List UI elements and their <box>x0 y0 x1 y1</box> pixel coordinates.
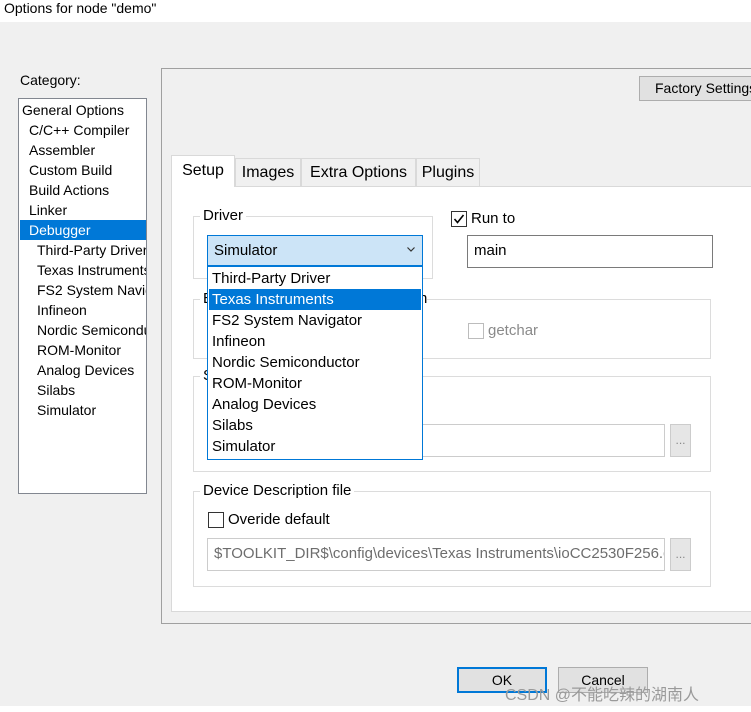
tab-setup[interactable]: Setup <box>171 155 235 187</box>
category-list[interactable]: General Options C/C++ Compiler Assembler… <box>18 98 147 494</box>
category-item-rom-monitor[interactable]: ROM-Monitor <box>37 340 121 360</box>
tab-extra-options[interactable]: Extra Options <box>301 158 416 186</box>
driver-option-third-party-driver[interactable]: Third-Party Driver <box>209 268 421 289</box>
driver-option-texas-instruments[interactable]: Texas Instruments <box>209 289 421 310</box>
category-label: Category: <box>20 72 81 88</box>
override-default-checkbox[interactable] <box>208 512 224 528</box>
driver-option-analog-devices[interactable]: Analog Devices <box>209 394 421 415</box>
category-item-third-party-driver[interactable]: Third-Party Driver <box>37 240 146 260</box>
run-to-input[interactable]: main <box>467 235 713 268</box>
driver-option-infineon[interactable]: Infineon <box>209 331 421 352</box>
category-item-analog-devices[interactable]: Analog Devices <box>37 360 134 380</box>
driver-option-rom-monitor[interactable]: ROM-Monitor <box>209 373 421 394</box>
run-to-label: Run to <box>471 210 516 227</box>
bottom-edge <box>0 706 751 712</box>
category-item-simulator[interactable]: Simulator <box>37 400 96 420</box>
setup-macro-browse-button[interactable]: ... <box>670 424 691 457</box>
driver-select-value: Simulator <box>214 242 278 259</box>
category-item-fs2-system-navigator[interactable]: FS2 System Navigator <box>37 280 146 300</box>
device-description-browse-button[interactable]: ... <box>670 538 691 571</box>
override-default-label: Overide default <box>228 511 330 528</box>
category-item-build-actions[interactable]: Build Actions <box>29 180 109 200</box>
category-item-linker[interactable]: Linker <box>29 200 67 220</box>
tab-plugins[interactable]: Plugins <box>416 158 480 186</box>
getchar-checkbox[interactable] <box>468 323 484 339</box>
driver-option-fs2-system-navigator[interactable]: FS2 System Navigator <box>209 310 421 331</box>
driver-select[interactable]: Simulator <box>207 235 423 266</box>
driver-option-simulator[interactable]: Simulator <box>209 436 421 457</box>
category-item-debugger[interactable]: Debugger <box>20 220 146 240</box>
chevron-down-icon <box>407 247 415 252</box>
getchar-label: getchar <box>488 322 539 339</box>
factory-settings-button[interactable]: Factory Settings <box>639 76 751 101</box>
driver-group-legend: Driver <box>200 207 246 224</box>
tab-images[interactable]: Images <box>235 158 301 186</box>
category-item-general-options[interactable]: General Options <box>22 100 124 120</box>
category-item-infineon[interactable]: Infineon <box>37 300 87 320</box>
device-description-legend: Device Description file <box>200 482 355 499</box>
driver-option-silabs[interactable]: Silabs <box>209 415 421 436</box>
category-item-texas-instruments[interactable]: Texas Instruments <box>37 260 146 280</box>
checkmark-icon <box>453 214 465 224</box>
category-item-nordic-semiconductor[interactable]: Nordic Semiconductor <box>37 320 146 340</box>
driver-dropdown-list[interactable]: Third-Party Driver Texas Instruments FS2… <box>207 266 423 460</box>
watermark-text: CSDN @不能吃辣的湖南人 <box>505 687 700 704</box>
category-item-assembler[interactable]: Assembler <box>29 140 95 160</box>
device-description-path-input[interactable]: $TOOLKIT_DIR$\config\devices\Texas Instr… <box>207 538 665 571</box>
run-to-checkbox[interactable] <box>451 211 467 227</box>
category-item-silabs[interactable]: Silabs <box>37 380 75 400</box>
window-title: Options for node "demo" <box>4 0 157 16</box>
driver-option-nordic-semiconductor[interactable]: Nordic Semiconductor <box>209 352 421 373</box>
category-item-custom-build[interactable]: Custom Build <box>29 160 112 180</box>
category-item-c-cpp-compiler[interactable]: C/C++ Compiler <box>29 120 129 140</box>
